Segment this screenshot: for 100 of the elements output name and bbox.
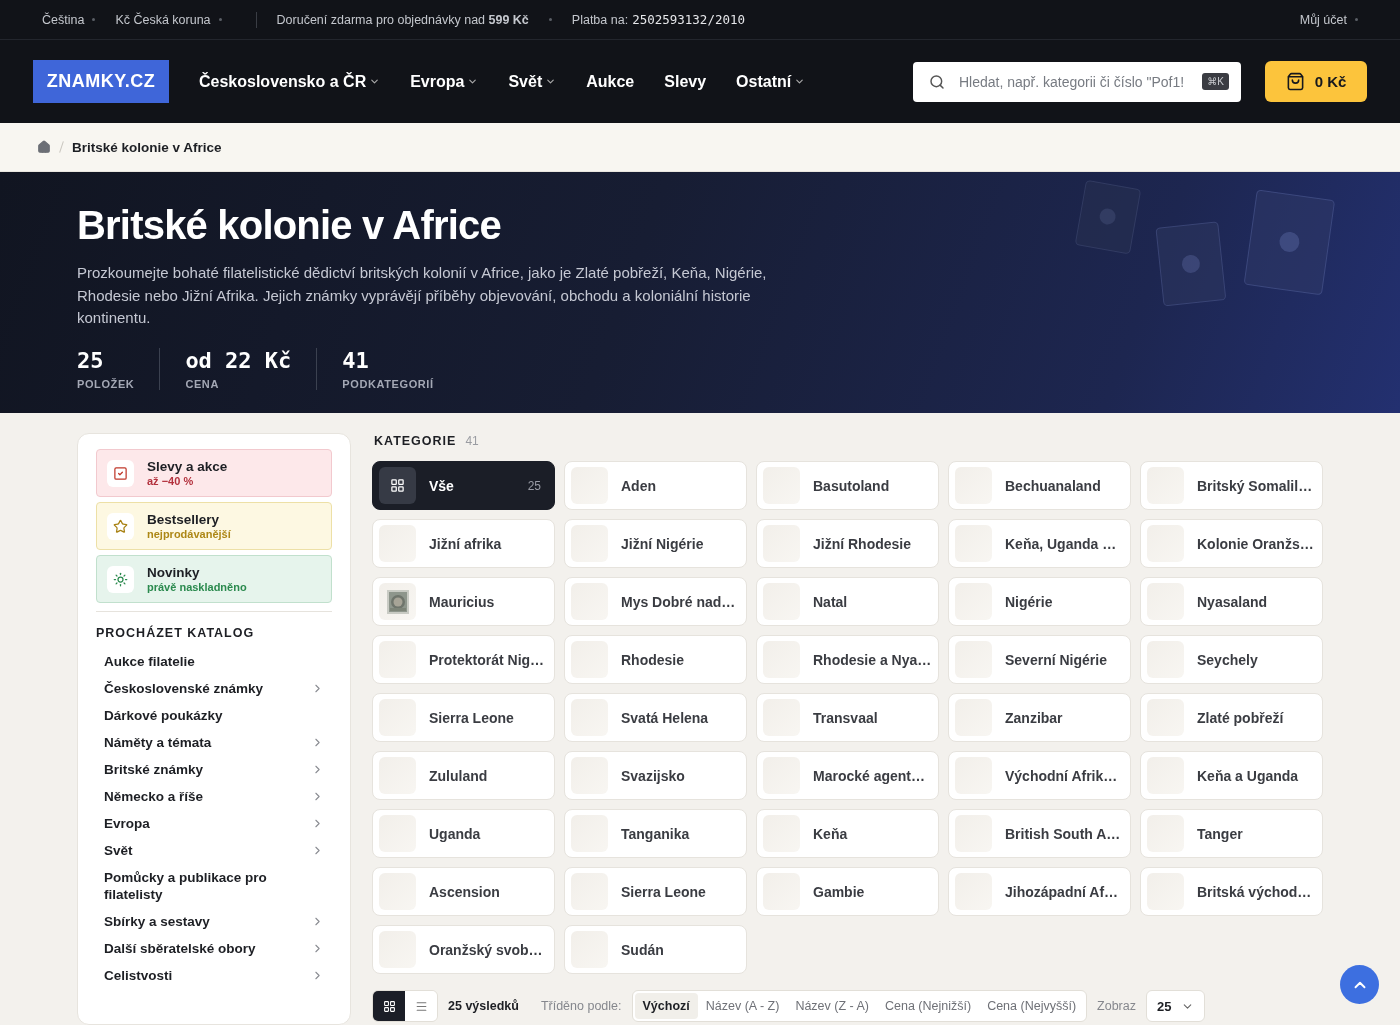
category-tile[interactable]: Ascension xyxy=(372,867,555,916)
catalog-link[interactable]: Německo a říše xyxy=(96,783,332,810)
category-tile[interactable]: Gambie xyxy=(756,867,939,916)
stat-value: od 22 Kč xyxy=(185,347,292,373)
checkbox-icon xyxy=(113,465,128,481)
scroll-top-button[interactable] xyxy=(1340,965,1379,1004)
page-description: Prozkoumejte bohaté filatelistické dědictví britských kolonií v Africe, jako je Zlaté pobřeží, Keňa, Nigérie, Rhodesie nebo Jižní Afrika. Jejich známky vyprávějí příběhy objevování, obchodu a koloniální historie kontinentu. xyxy=(77,263,768,328)
category-tile[interactable]: Transvaal xyxy=(756,693,939,742)
shipping-notice: Doručení zdarma pro objednávky nad 599 Kč xyxy=(276,12,529,27)
catalog-link[interactable]: Sbírky a sestavy xyxy=(96,908,332,935)
results-count: 25 výsledků xyxy=(448,999,519,1013)
sort-option[interactable]: Název (A - Z) xyxy=(697,993,788,1019)
promo-title: Slevy a akce xyxy=(147,459,228,474)
nav-link[interactable]: Slevy xyxy=(664,72,707,91)
section-count: 41 xyxy=(465,434,479,448)
sort-option[interactable]: Cena (Nejvyšší) xyxy=(979,993,1085,1019)
star-icon xyxy=(113,518,128,534)
sort-option[interactable]: Výchozí xyxy=(634,993,698,1019)
category-tile[interactable]: Zanzibar xyxy=(948,693,1131,742)
catalog-link[interactable]: Pomůcky a publikace pro filatelisty xyxy=(96,864,332,908)
home-icon[interactable] xyxy=(37,140,51,154)
menu-icon xyxy=(414,999,428,1013)
catalog-link[interactable]: Další sběratelské obory xyxy=(96,935,332,962)
promo-link[interactable]: Slevy a akce až −40 % xyxy=(96,449,332,497)
grid-icon xyxy=(390,478,405,493)
catalog-link[interactable]: Náměty a témata xyxy=(96,729,332,756)
sort-option[interactable]: Název (Z - A) xyxy=(787,993,877,1019)
category-tile[interactable]: Jižní Rhodesie xyxy=(756,519,939,568)
category-tile[interactable]: Rhodesie a Nya… xyxy=(756,635,939,684)
catalog-link[interactable]: Aukce filatelie xyxy=(96,648,332,675)
category-tile[interactable]: Svatá Helena xyxy=(564,693,747,742)
per-page-select[interactable]: 25 xyxy=(1145,990,1206,1022)
promo-title: Novinky xyxy=(147,565,201,580)
section-heading: KATEGORIE xyxy=(374,434,457,448)
catalog-link[interactable]: Dárkové poukázky xyxy=(96,702,332,729)
grid-icon xyxy=(382,999,396,1013)
catalog-link[interactable]: Svět xyxy=(96,837,332,864)
promo-title: Bestsellery xyxy=(147,512,221,527)
category-tile[interactable]: Natal xyxy=(756,577,939,626)
category-tile[interactable]: Nyasaland xyxy=(1140,577,1323,626)
category-tile[interactable]: Sierra Leone xyxy=(564,867,747,916)
tile-count: 25 xyxy=(527,478,541,493)
promo-link[interactable]: Novinky právě naskladněno xyxy=(96,555,332,603)
category-tile[interactable]: Keňa, Uganda … xyxy=(948,519,1131,568)
category-tile[interactable]: Seychely xyxy=(1140,635,1323,684)
category-tile[interactable]: Sierra Leone xyxy=(372,693,555,742)
category-tile[interactable]: Keňa xyxy=(756,809,939,858)
catalog-link[interactable]: Celistvosti xyxy=(96,962,332,989)
catalog-link[interactable]: Evropa xyxy=(96,810,332,837)
nav-link[interactable]: Evropa xyxy=(410,72,479,91)
category-tile[interactable]: Mys Dobré nad… xyxy=(564,577,747,626)
category-tile[interactable]: Oranžský svob… xyxy=(372,925,555,974)
category-tile[interactable]: Bechuanaland xyxy=(948,461,1131,510)
category-tile[interactable]: Britská východ… xyxy=(1140,867,1323,916)
stat-label: CENA xyxy=(185,377,220,390)
nav-link[interactable]: Svět xyxy=(508,72,557,91)
category-tile[interactable]: Jižní afrika xyxy=(372,519,555,568)
category-tile[interactable]: Severní Nigérie xyxy=(948,635,1131,684)
bag-icon xyxy=(1285,72,1305,91)
logo[interactable]: ZNAMKY.CZ xyxy=(33,60,169,103)
category-tile[interactable]: Kolonie Oranžs… xyxy=(1140,519,1323,568)
catalog-heading: PROCHÁZET KATALOG xyxy=(96,626,256,640)
category-tile[interactable]: Zlaté pobřeží xyxy=(1140,693,1323,742)
category-tile[interactable]: Basutoland xyxy=(756,461,939,510)
category-tile[interactable]: Svazijsko xyxy=(564,751,747,800)
category-tile[interactable]: Východní Afrik… xyxy=(948,751,1131,800)
sort-option[interactable]: Cena (Nejnižší) xyxy=(877,993,980,1019)
category-tile[interactable]: Nigérie xyxy=(948,577,1131,626)
grid-view-button[interactable] xyxy=(373,991,405,1021)
language-selector[interactable]: Čeština xyxy=(42,12,85,27)
category-tile[interactable]: Vše 25 xyxy=(372,461,555,510)
catalog-link[interactable]: Britské známky xyxy=(96,756,332,783)
nav-link[interactable]: Ostatní xyxy=(736,72,806,91)
category-tile[interactable]: Uganda xyxy=(372,809,555,858)
nav-link[interactable]: Československo a ČR xyxy=(199,72,381,91)
category-tile[interactable]: Tanger xyxy=(1140,809,1323,858)
nav-link[interactable]: Aukce xyxy=(586,72,635,91)
category-tile[interactable]: Aden xyxy=(564,461,747,510)
category-tile[interactable]: Jihozápadní Af… xyxy=(948,867,1131,916)
account-menu[interactable]: Můj účet xyxy=(1299,12,1347,27)
category-tile[interactable]: British South A… xyxy=(948,809,1131,858)
page-title: Britské kolonie v Africe xyxy=(77,202,502,248)
breadcrumb-item: Britské kolonie v Africe xyxy=(72,139,222,155)
category-tile[interactable]: Tanganika xyxy=(564,809,747,858)
promo-link[interactable]: Bestsellery nejprodávanější xyxy=(96,502,332,550)
stat-label: POLOŽEK xyxy=(77,377,135,390)
category-tile[interactable]: Keňa a Uganda xyxy=(1140,751,1323,800)
category-tile[interactable]: Britský Somalil… xyxy=(1140,461,1323,510)
category-tile[interactable]: Marocké agent… xyxy=(756,751,939,800)
category-tile[interactable]: Sudán xyxy=(564,925,747,974)
currency-selector[interactable]: Kč Česká koruna xyxy=(115,12,211,27)
category-tile[interactable]: Protektorát Nig… xyxy=(372,635,555,684)
category-tile[interactable]: Jižní Nigérie xyxy=(564,519,747,568)
cart-button[interactable]: 0 Kč xyxy=(1265,61,1367,102)
catalog-link[interactable]: Československé známky xyxy=(96,675,332,702)
search-box[interactable]: Hledat, např. kategorii či číslo "Pof1! ⌘K xyxy=(913,61,1241,102)
category-tile[interactable]: Mauricius xyxy=(372,577,555,626)
stat-value: 41 xyxy=(342,347,370,373)
category-tile[interactable]: Rhodesie xyxy=(564,635,747,684)
category-tile[interactable]: Zululand xyxy=(372,751,555,800)
